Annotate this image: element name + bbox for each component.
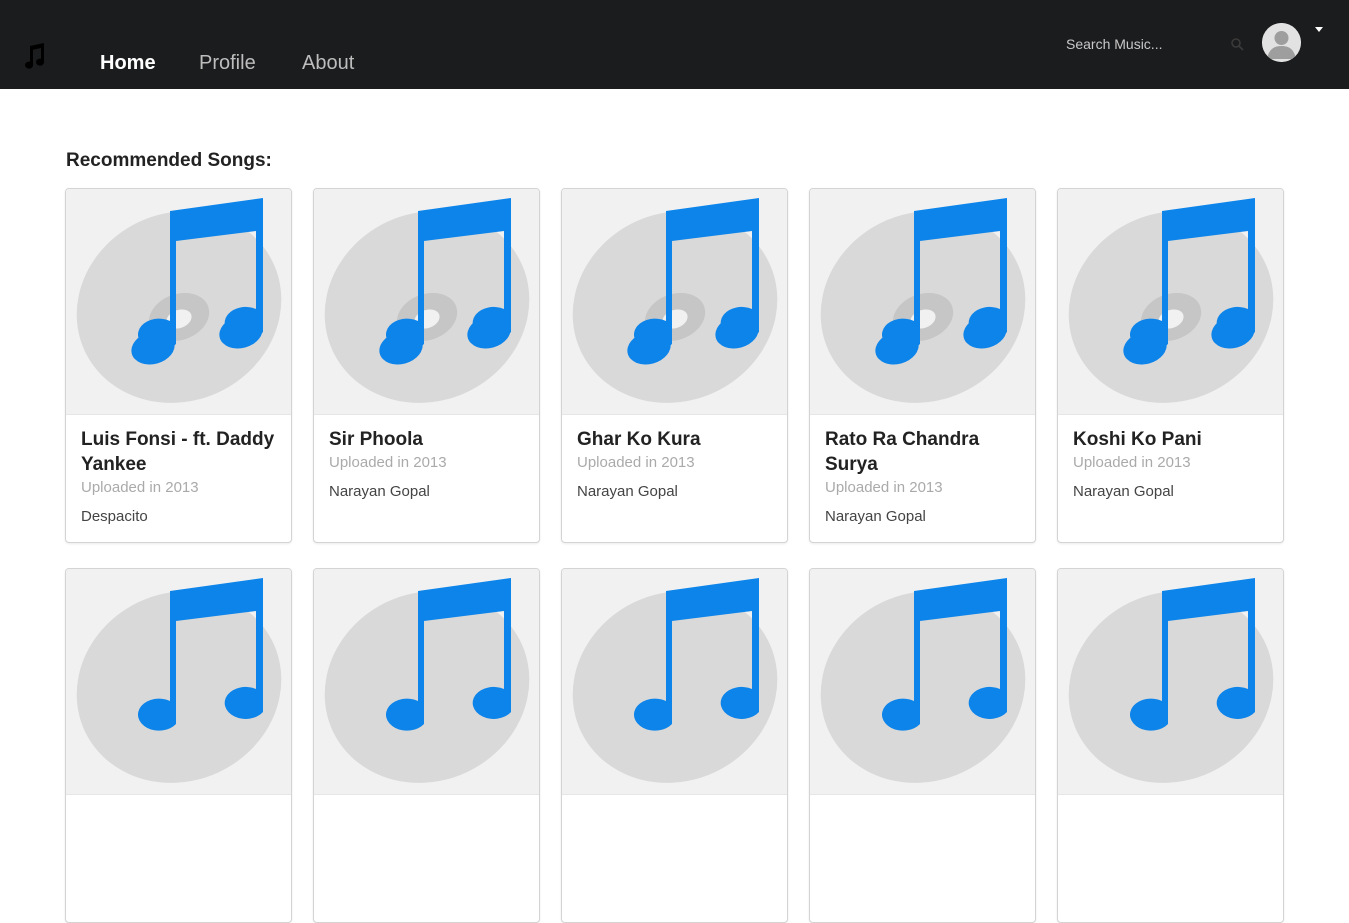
song-art <box>1058 189 1283 415</box>
song-card[interactable]: Rato Ra Chandra Surya Uploaded in 2013 N… <box>809 188 1036 543</box>
music-disc-icon <box>76 198 282 403</box>
section-title: Recommended Songs: <box>66 150 272 171</box>
caret-down-icon[interactable] <box>1315 27 1323 32</box>
search-input[interactable] <box>1056 29 1256 59</box>
music-disc-icon <box>572 578 778 783</box>
song-title[interactable]: Rato Ra Chandra Surya <box>825 427 1020 477</box>
song-title[interactable]: Koshi Ko Pani <box>1073 427 1268 452</box>
nav-home[interactable]: Home <box>100 50 156 76</box>
music-disc-icon <box>572 198 778 403</box>
music-disc-icon <box>1068 198 1274 403</box>
top-navbar: Home Profile About <box>0 0 1349 89</box>
nav-profile[interactable]: Profile <box>199 50 256 76</box>
song-art <box>314 189 539 415</box>
song-card[interactable]: Koshi Ko Pani Uploaded in 2013 Narayan G… <box>1057 188 1284 543</box>
song-card[interactable] <box>313 568 540 923</box>
song-upload-year: Uploaded in 2013 <box>329 454 447 471</box>
song-art <box>562 569 787 795</box>
song-title[interactable]: Sir Phoola <box>329 427 524 452</box>
song-card[interactable] <box>1057 568 1284 923</box>
song-card[interactable] <box>561 568 788 923</box>
nav-about[interactable]: About <box>302 50 354 76</box>
song-art <box>66 189 291 415</box>
song-art <box>810 569 1035 795</box>
song-title[interactable]: Luis Fonsi - ft. Daddy Yankee <box>81 427 276 477</box>
music-disc-icon <box>1068 578 1274 783</box>
song-description: Narayan Gopal <box>825 508 926 525</box>
song-card[interactable] <box>65 568 292 923</box>
song-upload-year: Uploaded in 2013 <box>1073 454 1191 471</box>
song-upload-year: Uploaded in 2013 <box>825 479 943 496</box>
song-card[interactable]: Luis Fonsi - ft. Daddy Yankee Uploaded i… <box>65 188 292 543</box>
song-art <box>314 569 539 795</box>
music-disc-icon <box>324 198 530 403</box>
song-card[interactable]: Sir Phoola Uploaded in 2013 Narayan Gopa… <box>313 188 540 543</box>
song-description: Despacito <box>81 508 148 525</box>
song-card[interactable]: Ghar Ko Kura Uploaded in 2013 Narayan Go… <box>561 188 788 543</box>
search-box <box>1056 29 1256 59</box>
music-disc-icon <box>820 198 1026 403</box>
song-description: Narayan Gopal <box>1073 483 1174 500</box>
search-icon[interactable] <box>1230 37 1244 51</box>
user-avatar-icon[interactable] <box>1262 23 1301 62</box>
music-disc-icon <box>324 578 530 783</box>
song-upload-year: Uploaded in 2013 <box>577 454 695 471</box>
song-upload-year: Uploaded in 2013 <box>81 479 199 496</box>
music-disc-icon <box>820 578 1026 783</box>
song-art <box>562 189 787 415</box>
song-description: Narayan Gopal <box>577 483 678 500</box>
song-description: Narayan Gopal <box>329 483 430 500</box>
music-disc-icon <box>76 578 282 783</box>
music-note-icon[interactable] <box>22 42 48 70</box>
song-card[interactable] <box>809 568 1036 923</box>
song-title[interactable]: Ghar Ko Kura <box>577 427 772 452</box>
song-art <box>1058 569 1283 795</box>
song-grid: Luis Fonsi - ft. Daddy Yankee Uploaded i… <box>65 188 1285 923</box>
song-art <box>810 189 1035 415</box>
song-art <box>66 569 291 795</box>
